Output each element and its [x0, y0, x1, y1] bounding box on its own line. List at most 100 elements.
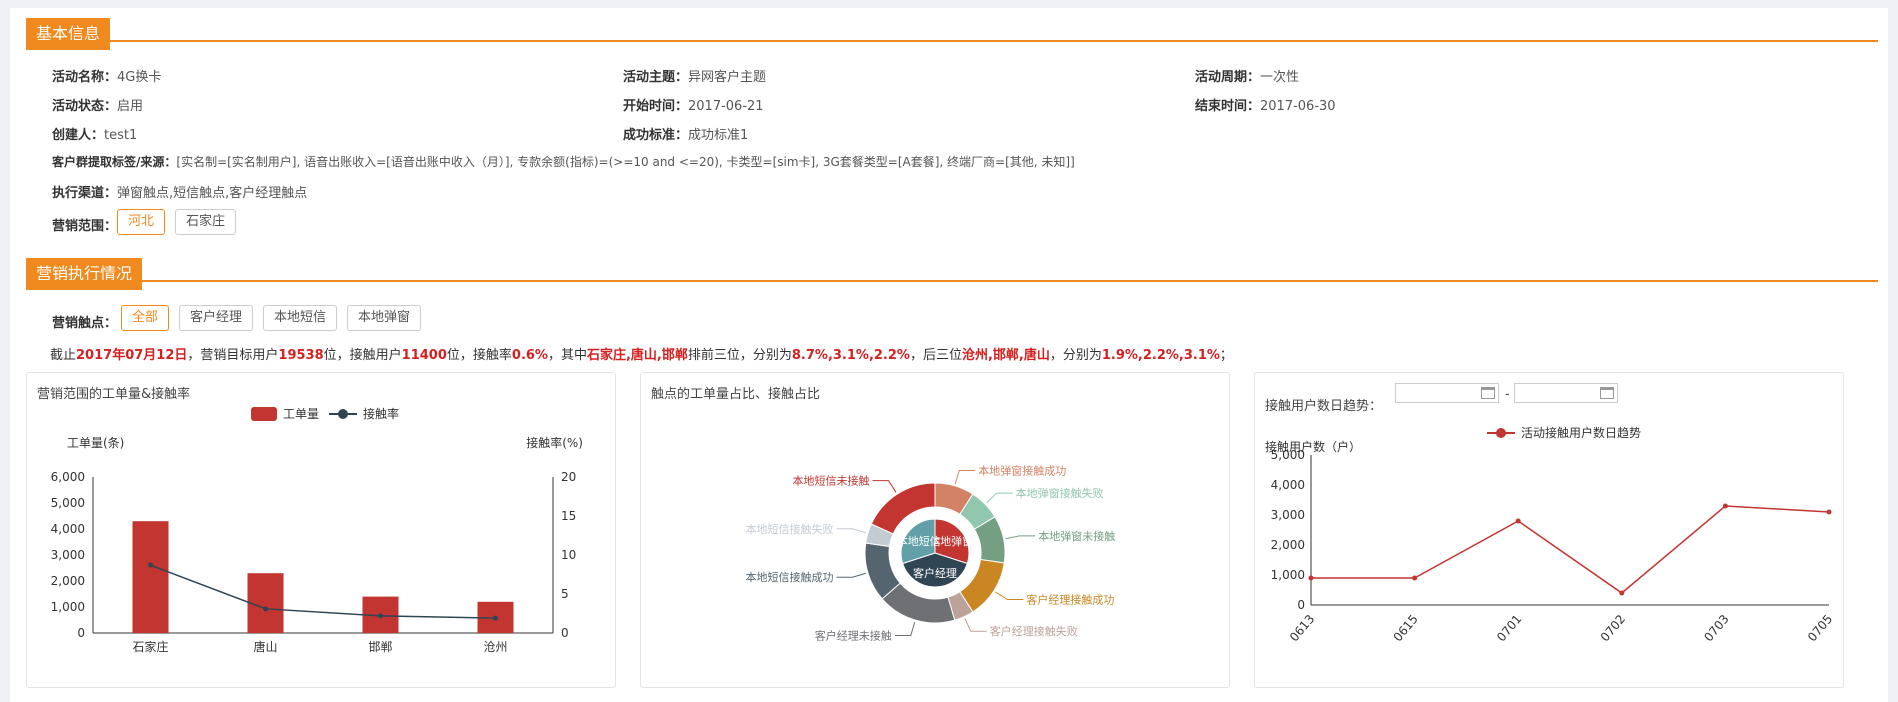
outer-slice-leader — [964, 618, 987, 632]
y-tick-label: 4,000 — [51, 522, 85, 536]
legend-label: 活动接触用户数日趋势 — [1521, 425, 1641, 440]
y-tick-label: 1,000 — [51, 600, 85, 614]
line-point — [1412, 575, 1418, 581]
execution-title: 营销执行情况 — [26, 258, 143, 290]
y-tick-label: 3,000 — [1271, 508, 1305, 522]
y-tick-label: 0 — [1297, 598, 1305, 612]
outer-slice-label: 客户经理未接触 — [815, 629, 892, 643]
touch-chip-local-sms[interactable]: 本地短信 — [263, 305, 338, 331]
outer-slice-leader — [986, 492, 1013, 504]
info-creator: 创建人：test1 — [52, 128, 138, 143]
x-tick-label: 0703 — [1701, 612, 1731, 644]
legend-bar-label: 工单量 — [283, 407, 319, 421]
touch-chip-account-manager[interactable]: 客户经理 — [179, 305, 254, 331]
info-start-time: 开始时间：2017-06-21 — [623, 99, 764, 114]
touch-pie-panel: 触点的工单量占比、接触占比 本地弹窗 客户经理 本地短信 本地弹窗接触成功 本地弹窗接触… — [640, 372, 1230, 688]
y-tick-label: 0 — [77, 626, 85, 640]
legend-line-marker — [338, 409, 348, 419]
outer-slice-label: 本地弹窗未接触 — [1038, 529, 1115, 543]
scope-label: 营销范围： — [52, 219, 118, 234]
date-separator: - — [1505, 387, 1510, 402]
line-point — [1619, 590, 1625, 596]
y2-tick-label: 10 — [561, 548, 576, 562]
y-tick-label: 2,000 — [51, 574, 85, 588]
outer-slice-leader — [995, 591, 1024, 600]
trend-line-chart: 活动接触用户数日趋势接触用户数（户）01,0002,0003,0004,0005… — [1265, 425, 1835, 644]
line-point — [148, 562, 153, 568]
info-success-criteria: 成功标准：成功标准1 — [623, 128, 749, 143]
basic-info-title: 基本信息 — [26, 18, 111, 50]
outer-slice-leader — [836, 572, 867, 578]
y-tick-label: 6,000 — [51, 470, 85, 484]
trend-chart-title: 接触用户数日趋势： — [1265, 399, 1383, 414]
outer-slice-label: 客户经理接触失败 — [990, 624, 1078, 638]
end-date-input[interactable] — [1514, 383, 1618, 403]
scope-bar-line-chart: 工单量 接触率工单量(条) 接触率(%) 0 1,000 2,000 3,000 4,000 5… — [51, 406, 583, 654]
info-activity-status: 活动状态：启用 — [52, 99, 144, 114]
outer-slice-leader — [894, 621, 916, 637]
x-tick-label: 0701 — [1494, 612, 1524, 644]
y-tick-label: 5,000 — [51, 496, 85, 510]
legend-bar-swatch — [251, 407, 277, 421]
scope-chart-panel: 营销范围的工单量&接触率 工单量 接触率 工单量(条) 接触率(%) 0 1,000 2,0… — [26, 372, 616, 688]
x-tick-label: 0615 — [1391, 612, 1421, 644]
y2-tick-label: 20 — [561, 470, 576, 484]
outer-slice-leader — [872, 480, 897, 493]
x-tick-label: 0702 — [1598, 612, 1628, 644]
outer-slice-label: 本地短信接触失败 — [745, 522, 833, 536]
execution-summary: 截止2017年07月12日，营销目标用户19538位，接触用户11400位，接触… — [50, 348, 1233, 363]
y-tick-label: 3,000 — [51, 548, 85, 562]
y-tick-label: 2,000 — [1271, 538, 1305, 552]
y2-tick-label: 0 — [561, 626, 569, 640]
touch-chip-local-popup[interactable]: 本地弹窗 — [347, 305, 422, 331]
x-tick-label: 唐山 — [253, 639, 277, 654]
x-tick-label: 0705 — [1805, 612, 1835, 644]
line-point — [1826, 509, 1832, 515]
touch-chip-all[interactable]: 全部 — [121, 305, 170, 331]
outer-slice-label: 本地弹窗接触成功 — [978, 463, 1066, 477]
y-tick-label: 4,000 — [1271, 478, 1305, 492]
inner-slice-label: 本地短信 — [897, 534, 941, 548]
x-tick-label: 0613 — [1287, 612, 1317, 644]
outer-slice-label: 本地短信未接触 — [793, 474, 870, 488]
legend-line-label: 接触率 — [363, 406, 399, 421]
info-customer-group-tags: 客户群提取标签/来源：[实名制=[实名制用户], 语音出账收入=[语音出账中收入… — [52, 155, 1075, 169]
scope-chip-hebei[interactable]: 河北 — [117, 209, 166, 235]
series-line — [150, 564, 496, 619]
line-point — [263, 606, 268, 612]
legend-line-marker — [1496, 428, 1506, 438]
page: 基本信息 活动名称：4G换卡 活动主题：异网客户主题 活动周期：一次性 活动状态… — [10, 8, 1888, 702]
bar — [132, 521, 169, 633]
y-axis-title: 工单量(条) — [67, 436, 124, 450]
touch-donut-chart: 本地弹窗客户经理本地短信本地弹窗接触成功本地弹窗接触失败本地弹窗未接触客户经理接… — [745, 463, 1115, 643]
y2-tick-label: 15 — [561, 509, 576, 523]
line-point — [378, 613, 383, 619]
info-activity-cycle: 活动周期：一次性 — [1195, 70, 1300, 85]
basic-info-header: 基本信息 — [26, 18, 111, 50]
y2-axis-title: 接触率(%) — [526, 435, 583, 450]
execution-header: 营销执行情况 — [26, 258, 143, 290]
inner-slice-label: 客户经理 — [913, 566, 957, 580]
outer-slice-leader — [836, 528, 867, 534]
bar — [247, 573, 284, 633]
outer-slice-leader — [1005, 535, 1036, 540]
basic-info-divider — [26, 40, 1878, 42]
x-tick-label: 石家庄 — [132, 639, 168, 654]
outer-slice-leader — [954, 469, 976, 485]
calendar-icon[interactable] — [1600, 387, 1614, 399]
x-tick-label: 邯郸 — [368, 639, 392, 654]
outer-slice-label: 客户经理接触成功 — [1026, 592, 1114, 606]
trend-chart-panel: 接触用户数日趋势： - 活动接触用户数日趋势 接触用户数（户） 0 1,000 2,00… — [1254, 372, 1844, 688]
outer-slice-label: 本地弹窗接触失败 — [1016, 486, 1104, 500]
touch-label: 营销触点： — [52, 316, 118, 331]
line-point — [1515, 518, 1521, 524]
y-tick-label: 1,000 — [1271, 568, 1305, 582]
info-activity-name: 活动名称：4G换卡 — [52, 70, 162, 85]
line-point — [493, 615, 498, 621]
info-end-time: 结束时间：2017-06-30 — [1195, 99, 1336, 114]
start-date-input[interactable] — [1395, 383, 1499, 403]
scope-chip-shijiazhuang[interactable]: 石家庄 — [175, 209, 237, 235]
info-execution-channel: 执行渠道：弹窗触点,短信触点,客户经理触点 — [52, 186, 308, 201]
calendar-icon[interactable] — [1481, 387, 1495, 399]
series-line — [1311, 505, 1830, 594]
